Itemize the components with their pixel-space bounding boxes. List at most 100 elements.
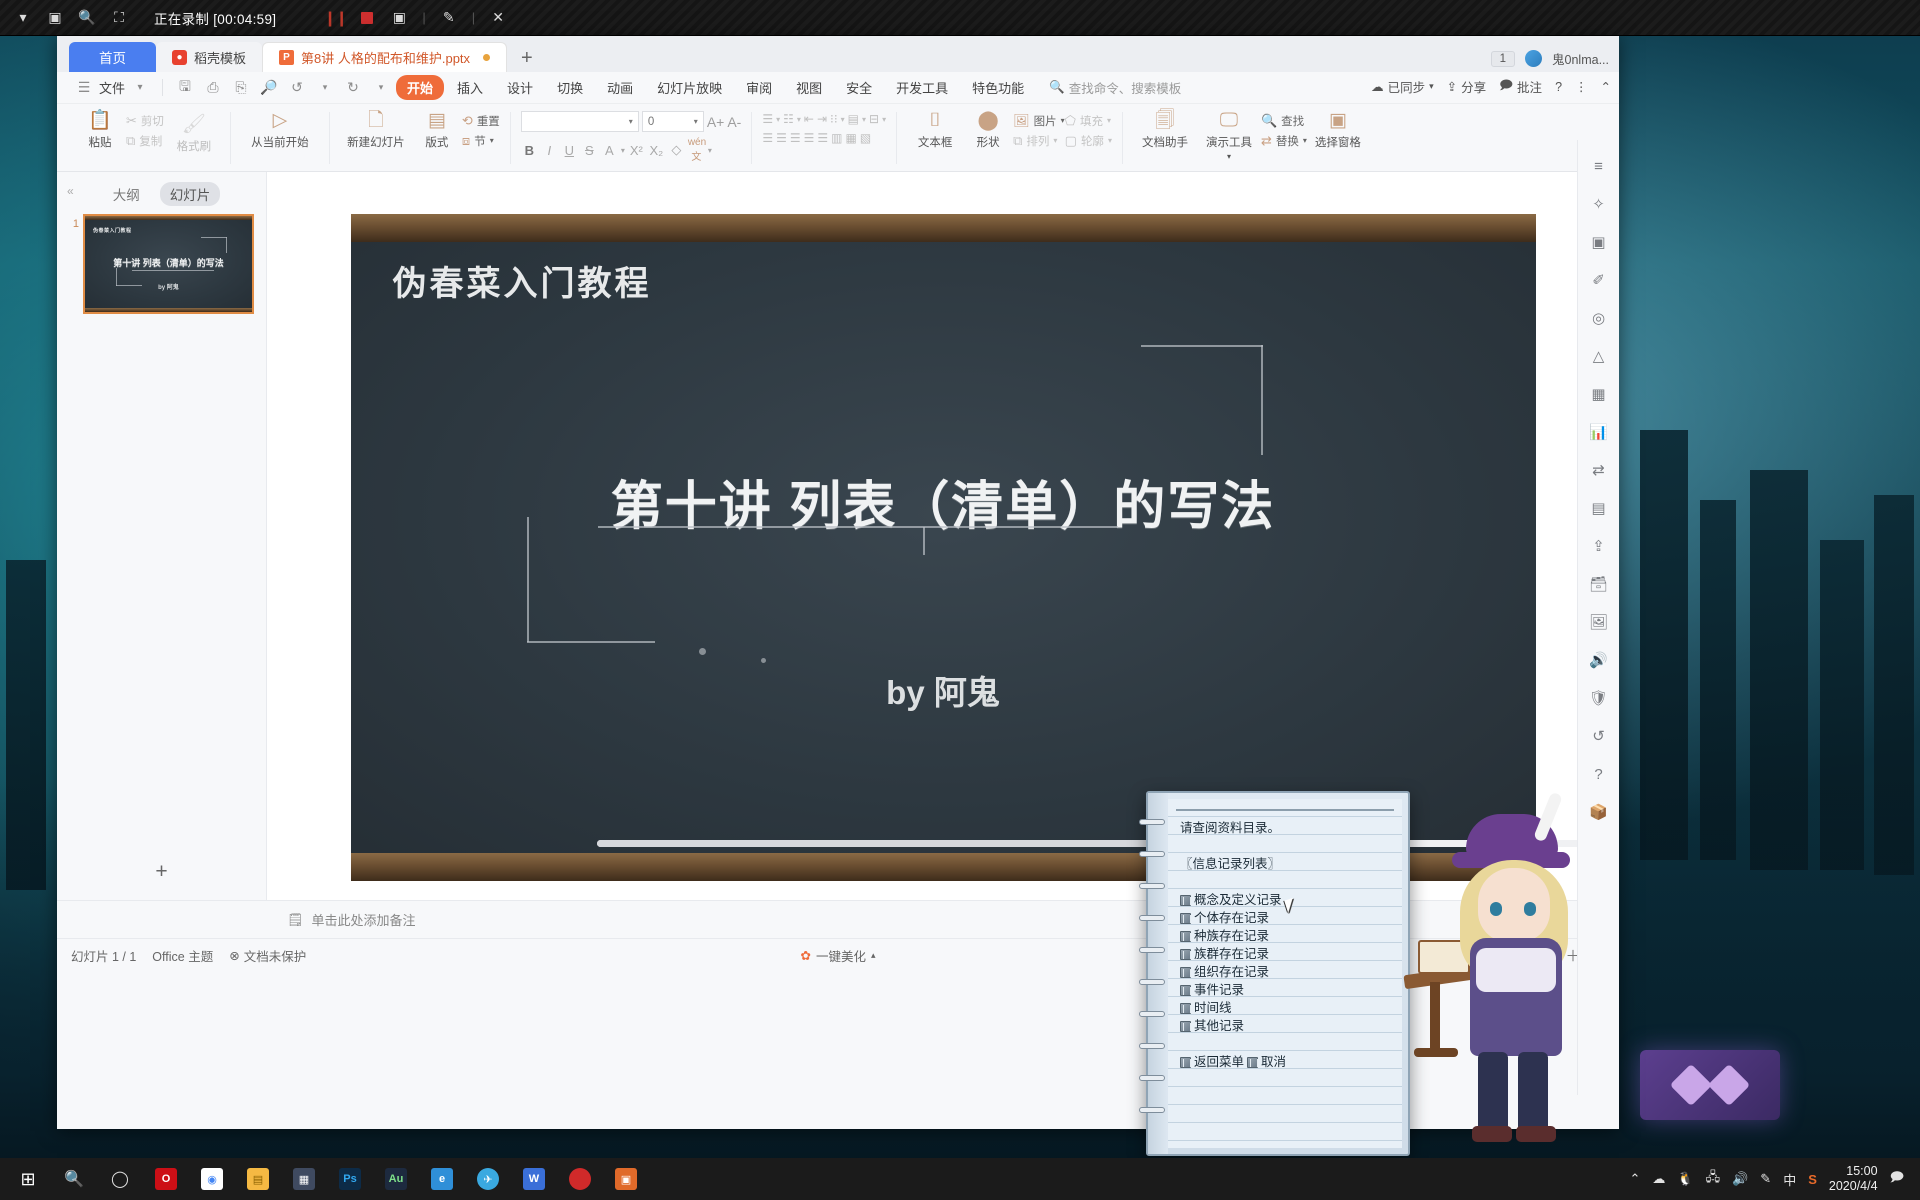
avatar[interactable]: [1525, 50, 1543, 67]
share-button[interactable]: ⇪ 分享: [1447, 77, 1487, 96]
align-text-icon[interactable]: ⊟: [869, 112, 879, 126]
customize-icon[interactable]: ▾: [368, 76, 394, 100]
paste-button[interactable]: 📋 粘贴: [74, 107, 126, 150]
qq-icon[interactable]: 🐧: [1677, 1171, 1693, 1187]
shape-icon[interactable]: △: [1586, 344, 1612, 368]
tab-count-badge[interactable]: 1: [1490, 50, 1516, 67]
chrome-icon[interactable]: ◉: [190, 1159, 234, 1199]
audio-icon[interactable]: 🔊: [1586, 648, 1612, 672]
picture-button[interactable]: 🖼 图片 ▾: [1013, 111, 1065, 130]
chevron-down-icon[interactable]: ▾: [708, 146, 712, 155]
more-icon[interactable]: ⋮: [1575, 79, 1588, 94]
windows-start-icon[interactable]: ⊞: [6, 1159, 50, 1199]
bold-button[interactable]: B: [521, 143, 538, 158]
redo-icon[interactable]: ↻: [340, 76, 366, 100]
sogou-icon[interactable]: S: [1808, 1172, 1817, 1187]
outline-button[interactable]: ▢ 轮廓 ▾: [1065, 131, 1112, 150]
pen-icon[interactable]: ✎: [440, 9, 458, 27]
wps-icon[interactable]: W: [512, 1159, 556, 1199]
ribbon-tab-animation[interactable]: 动画: [596, 75, 644, 100]
add-slide-button[interactable]: +: [57, 860, 266, 884]
ribbon-tab-design[interactable]: 设计: [496, 75, 544, 100]
font-size-input[interactable]: 0 ▾: [641, 111, 704, 132]
ribbon-tab-start[interactable]: 开始: [396, 75, 445, 100]
star-icon[interactable]: ✧: [1586, 192, 1612, 216]
audition-icon[interactable]: Au: [374, 1159, 418, 1199]
selection-pane-button[interactable]: ▣ 选择窗格: [1307, 107, 1369, 150]
telegram-icon[interactable]: ✈: [466, 1159, 510, 1199]
align-right-icon[interactable]: ☰: [790, 131, 801, 145]
ribbon-tab-insert[interactable]: 插入: [446, 75, 494, 100]
desktop-mascot[interactable]: [1403, 791, 1612, 1160]
numbering-icon[interactable]: ☷: [783, 112, 794, 126]
layers-icon[interactable]: ▤: [1586, 496, 1612, 520]
slide-canvas[interactable]: 伪春菜入门教程 第十讲 列表（清单）的写法 by 阿鬼: [350, 214, 1536, 881]
window-icon[interactable]: ▣: [46, 9, 64, 27]
fill-button[interactable]: ⬠ 填充 ▾: [1065, 111, 1112, 130]
shield-icon[interactable]: 🛡: [1586, 686, 1612, 710]
replace-button[interactable]: ⇄ 替换 ▾: [1261, 131, 1307, 150]
help-icon[interactable]: ?: [1555, 80, 1562, 94]
list-item[interactable]: 组织存在记录: [1180, 963, 1394, 981]
font-color-button[interactable]: A: [601, 143, 618, 158]
copy-button[interactable]: ⧉ 复制: [126, 131, 164, 150]
line-spacing-icon[interactable]: ⁝⁝: [830, 112, 838, 126]
shrink-font-button[interactable]: A-: [727, 114, 741, 130]
cut-button[interactable]: ✂ 剪切: [126, 111, 164, 130]
help-circle-icon[interactable]: ?: [1586, 762, 1612, 786]
protection-status[interactable]: ⊗ 文档未保护: [229, 946, 306, 965]
close-icon[interactable]: ✕: [489, 9, 507, 27]
action-center-icon[interactable]: 🗩: [1890, 1168, 1904, 1190]
underline-button[interactable]: U: [561, 143, 578, 158]
bullets-icon[interactable]: ☰: [762, 112, 773, 126]
target-icon[interactable]: ◎: [1586, 306, 1612, 330]
store-icon[interactable]: ▦: [282, 1159, 326, 1199]
beautify-button[interactable]: ✿ 一键美化 ▴: [800, 946, 875, 965]
picture-icon[interactable]: 🖼: [1586, 610, 1612, 634]
crop-icon[interactable]: ⛶: [110, 9, 128, 27]
recording-toolbar[interactable]: ▾ ▣ 🔍 ⛶ 正在录制 [00:04:59] ❙❙ ▣ | ✎ | ✕: [0, 0, 1920, 36]
tab-slides[interactable]: 幻灯片: [159, 182, 221, 206]
hamburger-icon[interactable]: ☰: [71, 76, 97, 100]
comment-button[interactable]: 🗩 批注: [1499, 76, 1542, 97]
save-icon[interactable]: 🖫: [172, 76, 198, 100]
sync-status-button[interactable]: ☁ 已同步 ▾: [1371, 77, 1434, 96]
grow-font-button[interactable]: A+: [707, 114, 725, 130]
file-menu-button[interactable]: 文件: [99, 78, 125, 97]
network-icon[interactable]: 🖧: [1706, 1168, 1721, 1190]
arrange-button[interactable]: ⧉ 排列 ▾: [1013, 131, 1065, 150]
list-item[interactable]: 其他记录: [1180, 1017, 1394, 1035]
chevron-down-icon[interactable]: ▾: [14, 9, 32, 27]
print-preview-icon[interactable]: 🔎: [256, 76, 282, 100]
app-icon[interactable]: ▣: [604, 1159, 648, 1199]
ribbon-tab-transition[interactable]: 切换: [546, 75, 594, 100]
ribbon-tab-features[interactable]: 特色功能: [961, 75, 1035, 100]
clear-format-icon[interactable]: ◇: [668, 142, 685, 158]
ribbon-tab-security[interactable]: 安全: [835, 75, 883, 100]
menu-icon[interactable]: ≡: [1586, 154, 1612, 178]
history-icon[interactable]: ↺: [1586, 724, 1612, 748]
ribbon-tab-view[interactable]: 视图: [785, 75, 833, 100]
user-name-label[interactable]: 鬼0nlma...: [1552, 49, 1609, 68]
export-pdf-icon[interactable]: ⎘: [228, 76, 254, 100]
align-center-icon[interactable]: ☰: [776, 131, 787, 145]
convert-smartart-icon[interactable]: ▧: [860, 131, 871, 145]
taskbar-clock[interactable]: 15:00 2020/4/4: [1829, 1164, 1878, 1194]
subscript-button[interactable]: X₂: [648, 143, 665, 158]
chevron-down-icon[interactable]: ▾: [127, 76, 153, 100]
collapse-ribbon-icon[interactable]: ⌃: [1601, 79, 1611, 94]
ribbon-tab-developer[interactable]: 开发工具: [885, 75, 959, 100]
phonetic-guide-button[interactable]: wén文: [688, 137, 706, 163]
theme-label[interactable]: Office 主题: [152, 946, 213, 965]
slide-thumbnail-1[interactable]: 伪春菜入门教程 第十讲 列表（清单）的写法 by 阿鬼: [82, 214, 254, 314]
cortana-icon[interactable]: ◯: [98, 1159, 142, 1199]
list-item[interactable]: 事件记录: [1180, 981, 1394, 999]
columns-icon[interactable]: ▥: [831, 131, 842, 145]
ghost-notepad-dialog[interactable]: 请查阅资料目录。 〖信息记录列表〗 概念及定义记录 个体存在记录 种族存在记录 …: [1139, 791, 1410, 1156]
explorer-icon[interactable]: ▤: [236, 1159, 280, 1199]
distributed-icon[interactable]: ☰: [817, 131, 828, 145]
format-painter-button[interactable]: 🖌 格式刷: [168, 111, 220, 154]
print-icon[interactable]: ⎙: [200, 76, 226, 100]
chevron-up-icon[interactable]: ⌃: [1630, 1171, 1641, 1187]
undo-icon[interactable]: ↺: [284, 76, 310, 100]
